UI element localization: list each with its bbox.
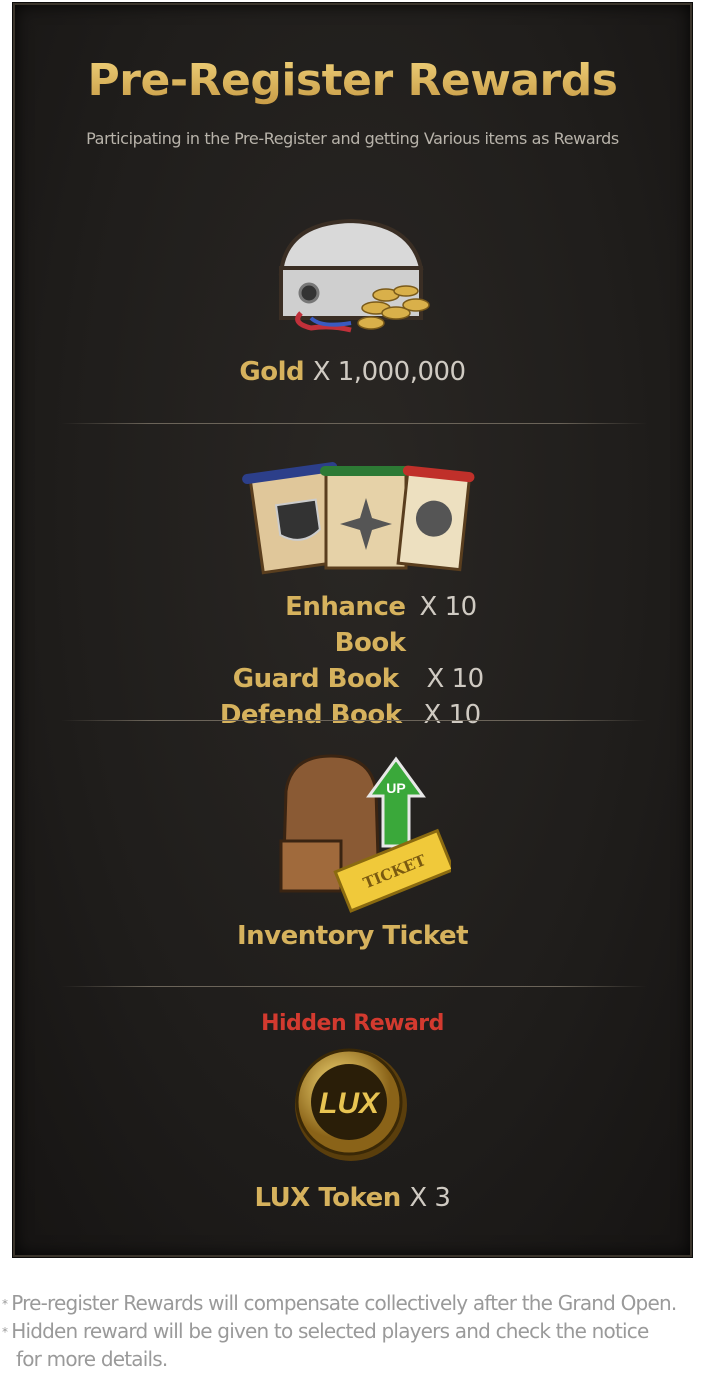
reward-gold: Gold X 1,000,000 bbox=[13, 357, 692, 387]
reward-name: Inventory Ticket bbox=[236, 921, 469, 951]
reward-row: Guard Book X 10 bbox=[13, 661, 692, 697]
bullet: * bbox=[2, 1297, 8, 1311]
rewards-panel: Pre-Register Rewards Participating in th… bbox=[12, 2, 693, 1258]
note-text: Hidden reward will be given to selected … bbox=[11, 1319, 649, 1343]
backpack-ticket-icon: UP TICKET bbox=[279, 754, 451, 913]
reward-qty: X 10 bbox=[426, 664, 485, 694]
divider bbox=[61, 986, 647, 987]
page-subtitle: Participating in the Pre-Register and ge… bbox=[86, 129, 619, 148]
reward-inventory: Inventory Ticket bbox=[13, 921, 692, 951]
note-line: * Hidden reward will be given to selected… bbox=[2, 1318, 676, 1346]
reward-name: Defend Book bbox=[219, 700, 402, 730]
note-line: for more details. bbox=[16, 1347, 168, 1371]
note-text: Pre-register Rewards will compensate col… bbox=[11, 1291, 677, 1315]
page-title: Pre-Register Rewards bbox=[13, 55, 692, 106]
divider bbox=[61, 720, 647, 721]
reward-books: Enhance Book X 10 Guard Book X 10 Defend B… bbox=[13, 589, 692, 733]
divider bbox=[61, 423, 647, 424]
notes: * Pre-register Rewards will compensate co… bbox=[2, 1290, 677, 1373]
reward-name: Guard Book bbox=[232, 664, 399, 694]
reward-qty: X 10 bbox=[423, 700, 482, 730]
lux-coin-icon: LUX bbox=[295, 1048, 407, 1161]
reward-name: Enhance Book bbox=[285, 592, 406, 658]
coin-text: LUX bbox=[319, 1087, 381, 1120]
scroll-books-icon bbox=[242, 462, 475, 575]
reward-row: Defend Book X 10 bbox=[13, 697, 692, 733]
reward-row: Enhance Book X 10 bbox=[13, 589, 692, 661]
up-text: UP bbox=[386, 780, 405, 796]
reward-qty: X 3 bbox=[409, 1183, 451, 1213]
reward-qty: X 1,000,000 bbox=[312, 357, 466, 387]
bullet: * bbox=[2, 1325, 8, 1339]
reward-lux: LUX Token X 3 bbox=[13, 1183, 692, 1213]
reward-name: LUX Token bbox=[254, 1183, 402, 1213]
reward-name: Gold bbox=[239, 357, 305, 387]
reward-qty: X 10 bbox=[419, 592, 478, 622]
hidden-reward-heading: Hidden Reward bbox=[261, 1011, 444, 1036]
treasure-chest-icon bbox=[278, 218, 430, 333]
note-line: * Pre-register Rewards will compensate co… bbox=[2, 1290, 677, 1318]
